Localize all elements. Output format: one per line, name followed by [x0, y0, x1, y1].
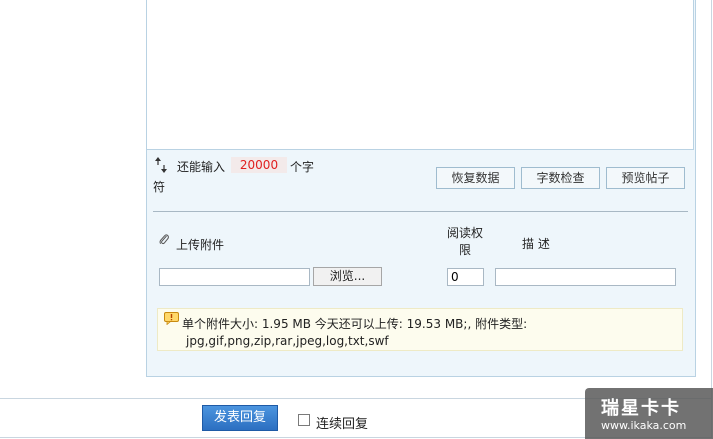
- description-input[interactable]: [495, 268, 676, 286]
- attachment-types-text: jpg,gif,png,zip,rar,jpeg,log,txt,swf: [186, 334, 389, 348]
- read-permission-label: 阅读权 限: [440, 225, 490, 259]
- attachment-limits-text: 单个附件大小: 1.95 MB 今天还可以上传: 19.53 MB;, 附件类型…: [182, 317, 528, 331]
- watermark-title: 瑞星卡卡: [601, 398, 681, 419]
- description-label: 描 述: [522, 237, 550, 251]
- word-count-button[interactable]: 字数检查: [521, 167, 600, 189]
- watermark-url: www.ikaka.com: [601, 419, 687, 432]
- resize-arrows-icon[interactable]: [154, 156, 168, 174]
- browse-button[interactable]: 浏览...: [313, 267, 382, 286]
- site-watermark: 瑞星卡卡 www.ikaka.com: [585, 388, 713, 439]
- preview-post-button[interactable]: 预览帖子: [606, 167, 685, 189]
- char-counter-suffix-wrap: 符: [153, 180, 166, 194]
- read-permission-input[interactable]: [447, 268, 484, 286]
- char-counter-suffix: 个字: [290, 160, 315, 174]
- message-editor[interactable]: [146, 0, 694, 150]
- char-counter-prefix: 还能输入: [177, 160, 226, 174]
- continuous-reply-checkbox[interactable]: [298, 414, 310, 426]
- read-permission-label-line2: 限: [458, 243, 471, 257]
- upload-attachment-label: 上传附件: [176, 238, 225, 252]
- restore-data-button[interactable]: 恢复数据: [436, 167, 515, 189]
- submit-reply-button[interactable]: 发表回复: [202, 405, 278, 431]
- continuous-reply-label[interactable]: 连续回复: [316, 413, 368, 432]
- section-divider: [153, 211, 688, 212]
- paperclip-icon: [159, 233, 169, 245]
- warning-icon: [164, 312, 179, 326]
- read-permission-label-line1: 阅读权: [446, 226, 483, 240]
- char-counter-value: 20000: [231, 157, 287, 173]
- file-path-input[interactable]: [159, 268, 310, 286]
